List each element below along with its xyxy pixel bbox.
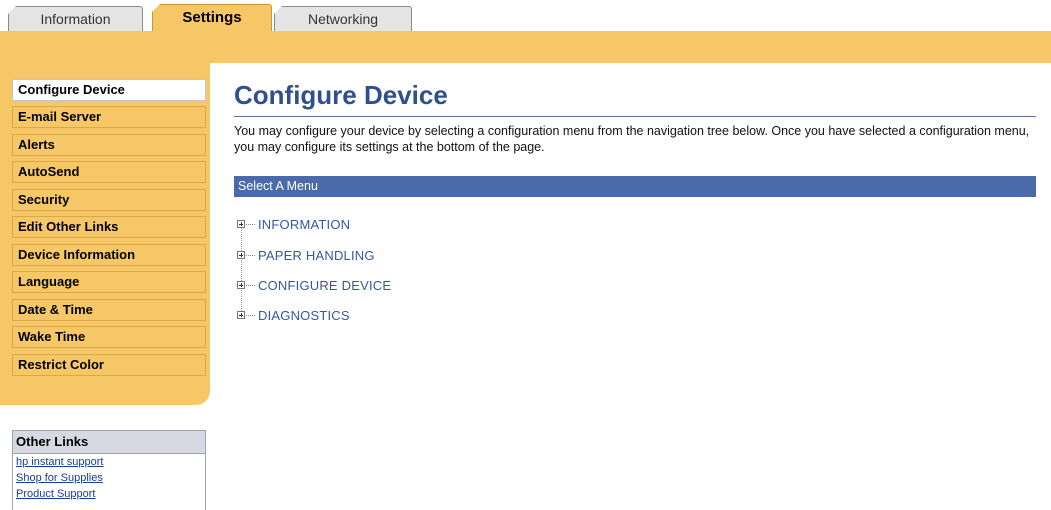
tree-node-diagnostics[interactable]: DIAGNOSTICS	[237, 305, 350, 325]
title-divider	[234, 116, 1036, 117]
tree-label-configure-device[interactable]: CONFIGURE DEVICE	[258, 278, 391, 293]
expand-plus-icon[interactable]	[237, 311, 245, 319]
sidebar-item-restrict-color[interactable]: Restrict Color	[12, 354, 206, 376]
tab-networking-label: Networking	[307, 11, 379, 27]
tab-fold-decoration	[274, 6, 282, 14]
tab-networking[interactable]: Networking	[274, 6, 412, 31]
sidebar-item-device-information[interactable]: Device Information	[12, 244, 206, 266]
tree-connector-line	[241, 222, 242, 313]
tree-node-information[interactable]: INFORMATION	[237, 214, 350, 234]
sidebar-item-language[interactable]: Language	[12, 271, 206, 293]
sidebar-item-alerts[interactable]: Alerts	[12, 134, 206, 156]
sidebar-item-date-time[interactable]: Date & Time	[12, 299, 206, 321]
tab-information-label: Information	[40, 11, 111, 27]
expand-plus-icon[interactable]	[237, 281, 245, 289]
sidebar-item-edit-other-links[interactable]: Edit Other Links	[12, 216, 206, 238]
link-shop-for-supplies[interactable]: Shop for Supplies	[13, 470, 205, 486]
tree-dotted-line	[246, 223, 255, 225]
sidebar-item-configure-device[interactable]: Configure Device	[12, 79, 206, 101]
sidebar-item-email-server[interactable]: E-mail Server	[12, 106, 206, 128]
tab-bar: Information Settings Networking	[0, 0, 1051, 32]
sidebar: Configure Device E-mail Server Alerts Au…	[0, 63, 210, 405]
page-title: Configure Device	[234, 80, 448, 110]
tree-dotted-line	[246, 254, 255, 256]
tree-dotted-line	[246, 314, 255, 316]
tab-settings[interactable]: Settings	[152, 4, 272, 32]
tab-information[interactable]: Information	[8, 6, 143, 31]
link-hp-instant-support[interactable]: hp instant support	[13, 454, 205, 470]
tab-settings-label: Settings	[182, 9, 242, 26]
link-product-support[interactable]: Product Support	[13, 486, 205, 502]
tree-node-paper-handling[interactable]: PAPER HANDLING	[237, 245, 375, 265]
other-links-title: Other Links	[13, 431, 205, 454]
tree-label-diagnostics[interactable]: DIAGNOSTICS	[258, 308, 350, 323]
tree-label-paper-handling[interactable]: PAPER HANDLING	[258, 248, 375, 263]
sidebar-item-wake-time[interactable]: Wake Time	[12, 326, 206, 348]
other-links-panel: Other Links hp instant support Shop for …	[12, 430, 206, 510]
sidebar-item-security[interactable]: Security	[12, 189, 206, 211]
expand-plus-icon[interactable]	[237, 220, 245, 228]
tree-node-configure-device[interactable]: CONFIGURE DEVICE	[237, 275, 391, 295]
tab-fold-decoration	[152, 4, 160, 12]
select-menu-header: Select A Menu	[234, 176, 1036, 197]
expand-plus-icon[interactable]	[237, 251, 245, 259]
tree-label-information[interactable]: INFORMATION	[258, 217, 350, 232]
header-band	[0, 31, 1051, 63]
tree-dotted-line	[246, 284, 255, 286]
sidebar-item-autosend[interactable]: AutoSend	[12, 161, 206, 183]
intro-text: You may configure your device by selecti…	[234, 124, 1030, 154]
tab-fold-decoration	[8, 6, 16, 14]
